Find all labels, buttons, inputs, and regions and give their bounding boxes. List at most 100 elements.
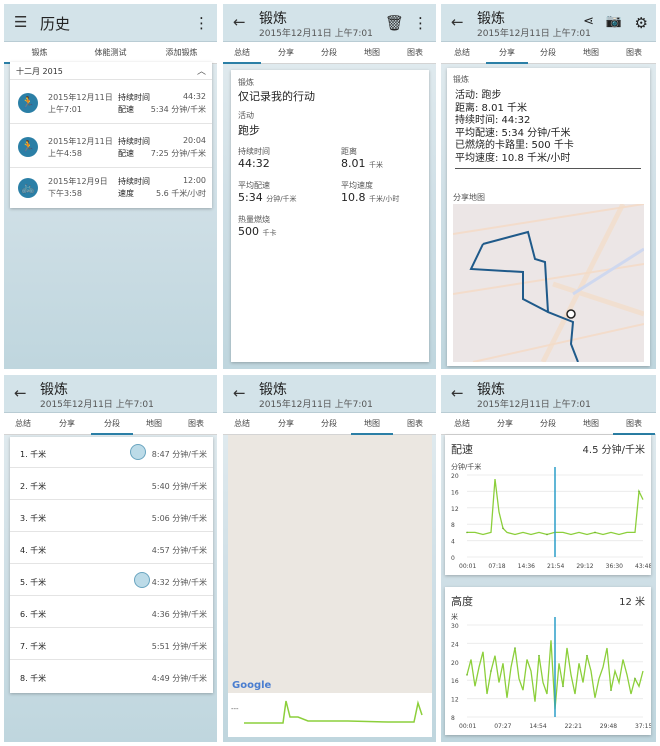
tab-splits[interactable]: 分段 [529, 42, 567, 64]
share-line: 持续时间: 44:32 [455, 115, 531, 127]
splits-screen: ← 锻炼 2015年12月11日 上午7:01 总结 分享 分段 地图 图表 1… [4, 375, 217, 742]
back-arrow-icon[interactable]: ← [451, 14, 464, 30]
tab-map[interactable]: 地图 [353, 42, 391, 64]
data-point [562, 685, 564, 688]
tab-splits[interactable]: 分段 [529, 413, 567, 435]
back-arrow-icon[interactable]: ← [14, 385, 27, 401]
x-tick-label: 00:01 [459, 723, 476, 730]
split-label: 1. 千米 [20, 450, 47, 459]
split-row: 4. 千米 4:57 分钟/千米 [10, 533, 213, 564]
map-title: 分享地图 [453, 193, 485, 202]
tab-bar: 总结 分享 分段 地图 图表 [441, 42, 656, 64]
tab-summary[interactable]: 总结 [443, 42, 481, 64]
data-point [610, 689, 612, 691]
tab-summary[interactable]: 总结 [443, 413, 481, 435]
map-screen: ← 锻炼 2015年12月11日 上午7:01 总结 分享 分段 地图 图表 G… [223, 375, 436, 742]
item-value-1: 44:32 [182, 92, 206, 101]
activity-label: 活动 [238, 111, 254, 120]
chart-title: 高度 [451, 595, 473, 608]
back-arrow-icon[interactable]: ← [451, 385, 464, 401]
history-screen: ☰ 历史 ⋮ 锻炼 体能测试 添加锻炼 十二月 2015 ︿ 🏃 2015年12… [4, 4, 217, 369]
share-line: 平均配速: 5:34 分钟/千米 [455, 127, 571, 139]
split-value: 4:57 分钟/千米 [151, 546, 207, 555]
tab-splits[interactable]: 分段 [310, 42, 348, 64]
tab-chart[interactable]: 图表 [396, 42, 434, 64]
data-point [538, 654, 540, 657]
y-tick-label: 4 [451, 539, 455, 546]
tab-chart[interactable]: 图表 [615, 42, 653, 64]
back-arrow-icon[interactable]: ← [233, 385, 246, 401]
tab-workouts[interactable]: 锻炼 [4, 42, 75, 64]
share-map[interactable] [453, 204, 644, 362]
pace-chart-card: 配速 4.5 分钟/千米 分钟/千米 20 16 12 8 4 0 00:01 07:18 14:… [445, 435, 651, 575]
tab-map[interactable]: 地图 [351, 413, 393, 435]
app-bar: ← 锻炼 2015年12月11日 上午7:01 [4, 375, 217, 413]
y-tick-label: 8 [451, 715, 455, 722]
item-label-1: 持续时间 [118, 93, 150, 102]
split-label: 6. 千米 [20, 610, 47, 619]
y-tick-label: 8 [451, 522, 455, 529]
data-point [634, 677, 636, 680]
page-title: 锻炼 [259, 382, 287, 398]
item-value-2: 7:25 分钟/千米 [150, 149, 206, 158]
tab-share[interactable]: 分享 [486, 42, 528, 64]
stat-value: 5:34 分钟/千米 [238, 191, 297, 204]
share-icon[interactable]: ⋖ [583, 14, 594, 29]
slow-gauge-icon [130, 444, 146, 460]
tab-chart[interactable]: 图表 [613, 413, 655, 435]
app-bar: ← 锻炼 2015年12月11日 上午7:01 🗑 ⋮ [223, 4, 436, 42]
map-view[interactable]: Google [228, 435, 432, 693]
split-row: 1. 千米 8:47 分钟/千米 [10, 437, 213, 468]
tab-splits[interactable]: 分段 [91, 413, 133, 435]
page-title: 锻炼 [40, 382, 68, 398]
tab-chart[interactable]: 图表 [177, 413, 215, 435]
split-value: 4:49 分钟/千米 [151, 674, 207, 683]
tab-share[interactable]: 分享 [48, 413, 86, 435]
fast-gauge-icon [134, 572, 150, 588]
gear-icon[interactable]: ⚙ [635, 14, 648, 32]
tab-bar: 总结 分享 分段 地图 图表 [223, 413, 436, 435]
item-label-2: 速度 [118, 189, 134, 198]
tab-bar: 总结 分享 分段 地图 图表 [4, 413, 217, 435]
tab-share[interactable]: 分享 [267, 413, 305, 435]
menu-icon[interactable]: ☰ [14, 14, 27, 30]
tab-share[interactable]: 分享 [267, 42, 305, 64]
back-arrow-icon[interactable]: ← [233, 14, 246, 30]
month-header[interactable]: 十二月 2015 ︿ [10, 62, 212, 80]
chart-summary: 4.5 分钟/千米 [582, 445, 645, 456]
tab-summary[interactable]: 总结 [223, 42, 261, 64]
trash-icon[interactable]: 🗑 [385, 14, 404, 32]
item-value-1: 20:04 [182, 136, 206, 145]
item-time: 上午4:58 [48, 149, 82, 158]
data-point [466, 531, 468, 534]
stat-label: 热量燃烧 [238, 215, 270, 224]
item-time: 上午7:01 [48, 105, 82, 114]
x-tick-label: 07:18 [488, 563, 505, 570]
tab-map[interactable]: 地图 [135, 413, 173, 435]
camera-icon[interactable]: 📷 [606, 14, 622, 29]
tab-map[interactable]: 地图 [572, 413, 610, 435]
y-tick-label: 16 [451, 489, 459, 496]
split-value: 5:06 分钟/千米 [151, 514, 207, 523]
tab-add-workout[interactable]: 添加锻炼 [146, 42, 217, 64]
tab-summary[interactable]: 总结 [223, 413, 261, 435]
tab-map[interactable]: 地图 [572, 42, 610, 64]
chart-title: 配速 [451, 443, 473, 456]
more-icon[interactable]: ⋮ [194, 14, 209, 32]
x-tick-label: 43:48 [635, 563, 651, 570]
list-item[interactable]: 🏃 2015年12月11日 上午7:01 持续时间 配速 44:32 5:34 … [10, 82, 212, 124]
tab-fitness-test[interactable]: 体能测试 [75, 42, 146, 64]
more-icon[interactable]: ⋮ [413, 14, 428, 32]
tab-summary[interactable]: 总结 [4, 413, 42, 435]
list-item[interactable]: 🚲 2015年12月9日 下午3:58 持续时间 速度 12:00 5.6 千米… [10, 168, 212, 208]
y-axis-label: 米 [451, 612, 458, 621]
tab-chart[interactable]: 图表 [396, 413, 434, 435]
tab-share[interactable]: 分享 [486, 413, 524, 435]
tab-splits[interactable]: 分段 [310, 413, 348, 435]
chevron-up-icon[interactable]: ︿ [197, 64, 206, 77]
description: 仅记录我的行动 [238, 90, 315, 103]
x-tick-label: 00:01 [459, 563, 476, 570]
y-tick-label: 24 [451, 641, 459, 648]
stat-label: 距离 [341, 147, 357, 156]
list-item[interactable]: 🏃 2015年12月11日 上午4:58 持续时间 配速 20:04 7:25 … [10, 126, 212, 168]
